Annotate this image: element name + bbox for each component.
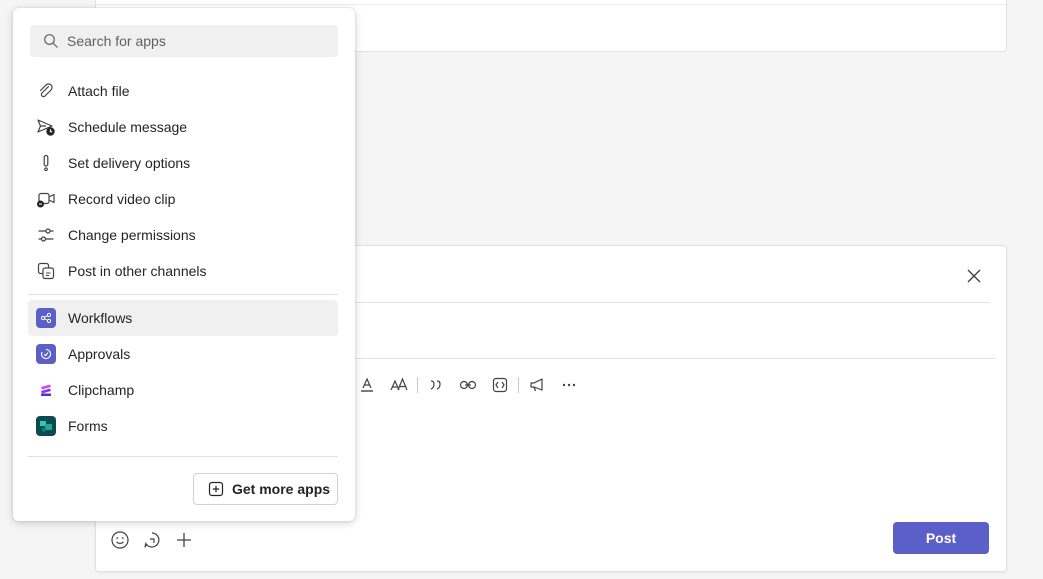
font-size-button[interactable] [383, 373, 415, 397]
set-delivery-options-item[interactable]: Set delivery options [28, 145, 338, 181]
more-options-button[interactable] [553, 373, 585, 397]
menu-item-label: Post in other channels [68, 263, 207, 279]
plus-icon [177, 533, 191, 547]
menu-item-label: Record video clip [68, 191, 176, 207]
apps-menu-popup: Attach file Schedule message Set deliver… [13, 8, 355, 521]
approvals-tile [36, 344, 56, 364]
loop-component-button[interactable] [141, 529, 163, 551]
attach-file-item[interactable]: Attach file [28, 73, 338, 109]
font-size-icon [390, 377, 408, 391]
change-permissions-item[interactable]: Change permissions [28, 217, 338, 253]
menu-item-label: Attach file [68, 83, 130, 99]
card-divider [96, 4, 1006, 5]
quote-icon [430, 380, 441, 390]
exclamation-icon [36, 153, 56, 173]
menu-item-label: Workflows [68, 310, 133, 326]
menu-item-label: Change permissions [68, 227, 196, 243]
clipchamp-tile [36, 380, 56, 400]
multi-channel-icon [36, 261, 56, 281]
code-icon [492, 377, 508, 393]
add-square-icon [208, 481, 224, 497]
get-more-apps-button[interactable]: Get more apps [193, 473, 338, 505]
close-compose-button[interactable] [964, 266, 984, 286]
video-clip-icon [36, 189, 56, 209]
toolbar-divider [518, 377, 519, 393]
approvals-icon [36, 344, 56, 364]
add-app-button[interactable] [173, 529, 195, 551]
post-button[interactable]: Post [893, 522, 989, 554]
menu-item-label: Schedule message [68, 119, 188, 135]
close-icon [967, 269, 981, 283]
sliders-icon [36, 225, 56, 245]
emoji-button[interactable] [109, 529, 131, 551]
quote-button[interactable] [420, 373, 452, 397]
forms-icon [36, 416, 56, 436]
emoji-icon [111, 531, 129, 549]
app-search-input[interactable] [65, 32, 338, 50]
schedule-send-icon [36, 117, 56, 137]
toolbar-divider [417, 377, 418, 393]
app-search-box [30, 25, 338, 57]
approvals-app-item[interactable]: Approvals [28, 336, 338, 372]
announcement-button[interactable] [521, 373, 553, 397]
apps-menu-list: Attach file Schedule message Set deliver… [28, 73, 338, 444]
link-icon [459, 380, 477, 390]
workflows-tile [36, 308, 56, 328]
compose-actions [109, 529, 195, 551]
menu-item-label: Approvals [68, 346, 131, 362]
menu-item-label: Clipchamp [68, 382, 135, 398]
workflows-icon [36, 308, 56, 328]
formatting-toolbar [351, 373, 585, 397]
code-snippet-button[interactable] [484, 373, 516, 397]
get-more-apps-label: Get more apps [232, 481, 331, 497]
megaphone-icon [530, 378, 543, 392]
menu-divider [28, 456, 338, 457]
highlight-button[interactable] [351, 373, 383, 397]
more-icon [562, 383, 576, 387]
record-video-clip-item[interactable]: Record video clip [28, 181, 338, 217]
post-in-other-channels-item[interactable]: Post in other channels [28, 253, 338, 289]
clipchamp-app-item[interactable]: Clipchamp [28, 372, 338, 408]
clipchamp-icon [36, 380, 56, 400]
menu-item-label: Forms [68, 418, 108, 434]
menu-item-label: Set delivery options [68, 155, 191, 171]
link-button[interactable] [452, 373, 484, 397]
schedule-message-item[interactable]: Schedule message [28, 109, 338, 145]
highlight-icon [361, 377, 373, 392]
menu-divider [28, 294, 338, 295]
forms-tile [36, 416, 56, 436]
loop-icon [144, 532, 160, 548]
search-icon [43, 33, 59, 49]
paperclip-icon [36, 81, 56, 101]
workflows-app-item[interactable]: Workflows [28, 300, 338, 336]
forms-app-item[interactable]: Forms [28, 408, 338, 444]
